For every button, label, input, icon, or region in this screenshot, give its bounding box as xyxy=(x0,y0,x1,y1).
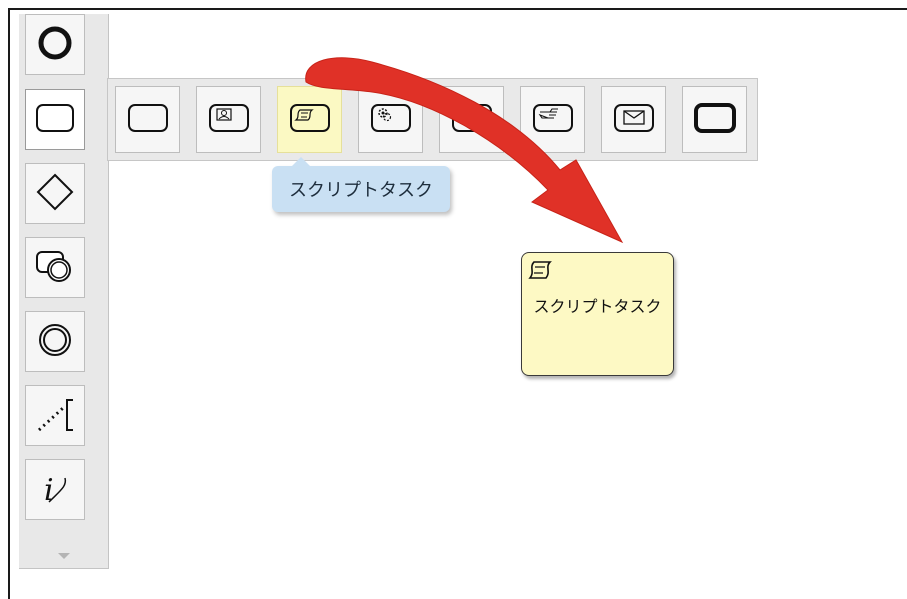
palette-more-button[interactable] xyxy=(19,542,108,568)
svg-text:i: i xyxy=(44,473,54,508)
message-task-button[interactable] xyxy=(601,86,666,153)
user-task-button[interactable] xyxy=(196,86,261,153)
generic-task-button[interactable] xyxy=(439,86,504,153)
task-label: スクリプトタスク xyxy=(533,297,662,316)
task-type-toolbar xyxy=(107,78,758,161)
manual-task-icon xyxy=(530,98,576,142)
script-task-tooltip: スクリプトタスク xyxy=(272,157,450,212)
palette-annotation[interactable] xyxy=(25,385,85,446)
gateway-icon xyxy=(35,172,75,216)
shape-palette: i xyxy=(19,14,109,569)
palette-data-object[interactable]: i xyxy=(25,459,85,520)
canvas-script-task[interactable]: スクリプトタスク xyxy=(521,252,674,376)
script-task-icon xyxy=(528,259,556,289)
palette-intermediate-event[interactable] xyxy=(25,311,85,372)
palette-task[interactable] xyxy=(25,89,85,150)
annotation-icon xyxy=(33,392,77,440)
script-task-icon xyxy=(287,98,333,142)
user-task-icon xyxy=(206,98,252,142)
call-activity-button[interactable] xyxy=(682,86,747,153)
palette-subprocess[interactable] xyxy=(25,237,85,298)
plain-task-button[interactable] xyxy=(115,86,180,153)
chevron-down-icon xyxy=(56,546,72,565)
task-icon xyxy=(449,98,495,142)
palette-start-event[interactable] xyxy=(25,14,85,75)
manual-task-button[interactable] xyxy=(520,86,585,153)
palette-gateway[interactable] xyxy=(25,163,85,224)
subprocess-icon xyxy=(33,246,77,290)
intermediate-event-icon xyxy=(35,320,75,364)
service-task-icon xyxy=(368,98,414,142)
message-task-icon xyxy=(611,98,657,142)
task-icon xyxy=(33,98,77,142)
script-task-button[interactable] xyxy=(277,86,342,153)
call-activity-icon xyxy=(692,98,738,142)
plain-task-icon xyxy=(125,98,171,142)
data-object-icon: i xyxy=(35,468,75,512)
service-task-button[interactable] xyxy=(358,86,423,153)
start-event-icon xyxy=(35,23,75,67)
